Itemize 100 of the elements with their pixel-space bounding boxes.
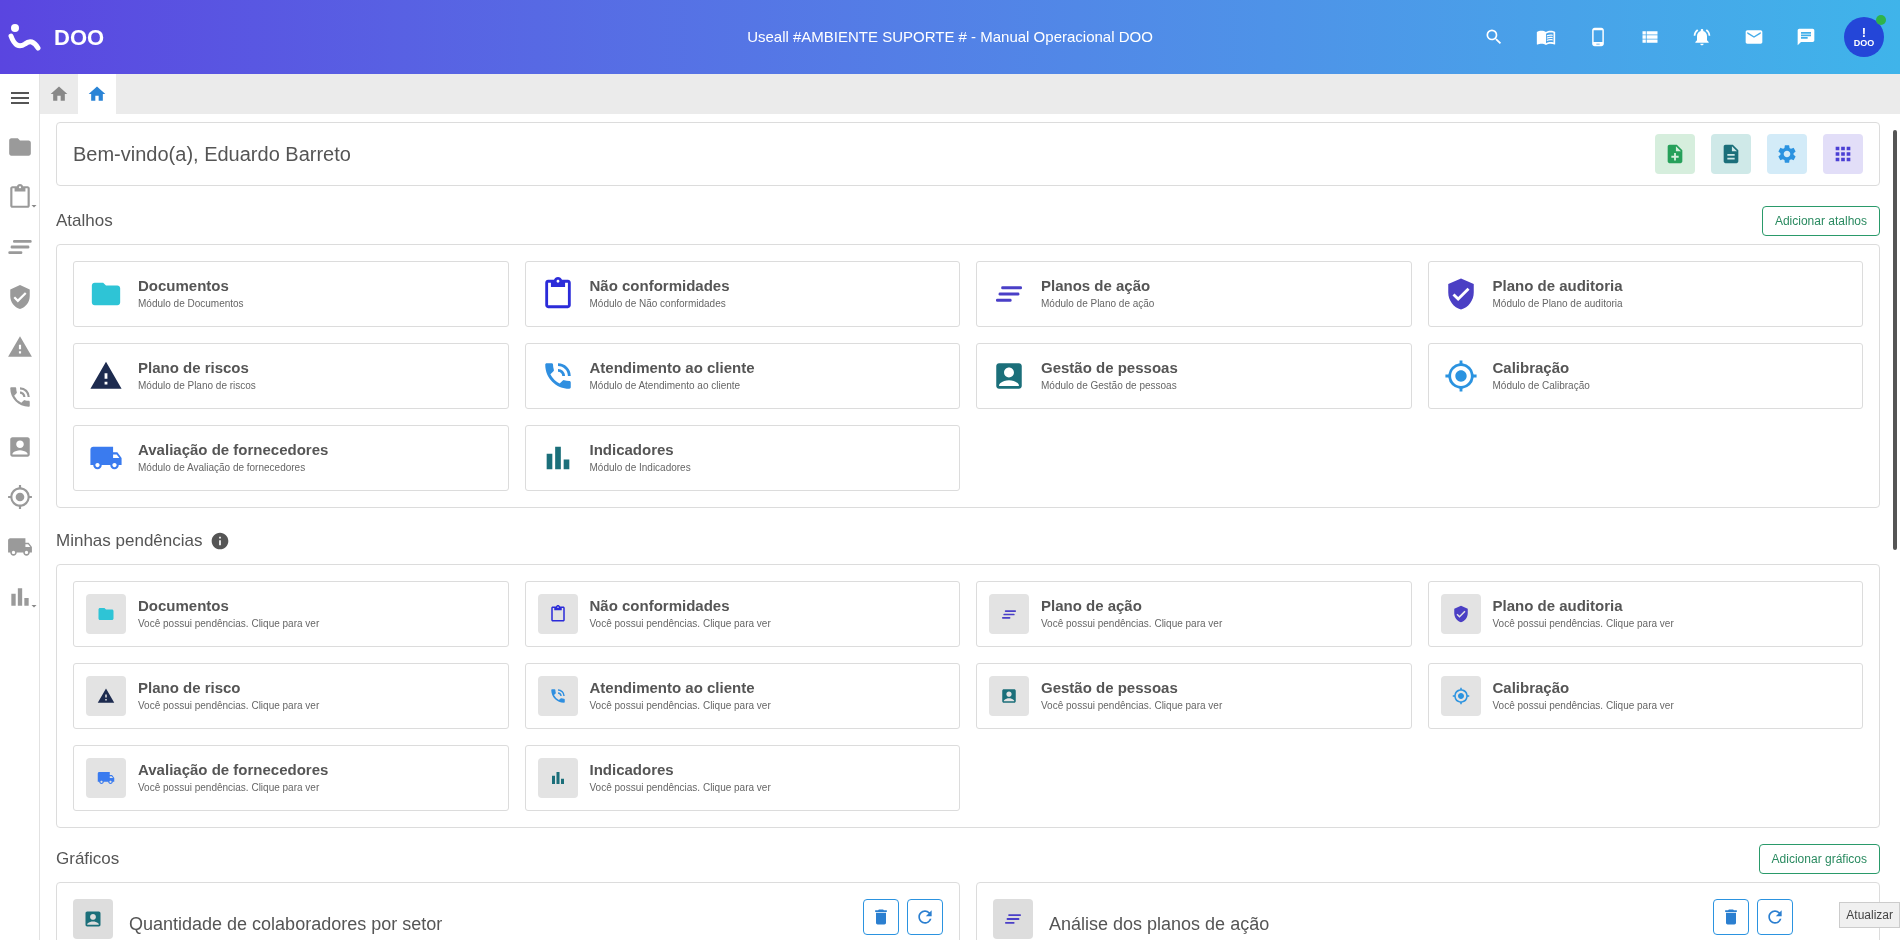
module-card[interactable]: Não conformidades Você possui pendências. Clique para ver	[524, 581, 960, 647]
lines-icon	[7, 240, 32, 254]
card-subtitle: Você possui pendências. Clique para ver	[589, 618, 771, 631]
card-title: Documentos	[138, 277, 230, 297]
card-subtitle: Módulo de Plano de ação	[1041, 298, 1155, 311]
card-title: Planos de ação	[1041, 277, 1152, 297]
logo-icon	[8, 22, 42, 52]
delete-button[interactable]	[863, 899, 899, 935]
module-card[interactable]: Planos de ação Módulo de Plano de ação	[976, 261, 1412, 327]
welcome-text: Bem-vindo(a), Eduardo Barreto	[73, 142, 352, 167]
refresh-icon	[1765, 907, 1785, 927]
truck-icon	[97, 769, 115, 787]
card-title: Plano de auditoria	[1492, 597, 1624, 617]
card-title: Gestão de pessoas	[1041, 359, 1178, 379]
card-subtitle: Módulo de Não conformidades	[589, 298, 727, 311]
card-subtitle: Você possui pendências. Clique para ver	[589, 782, 771, 795]
home-tab[interactable]	[78, 74, 116, 114]
card-title: Indicadores	[589, 761, 675, 781]
avatar-text: DOO	[1853, 39, 1875, 48]
section-title: Gráficos	[56, 848, 120, 871]
module-card[interactable]: Documentos Módulo de Documentos	[73, 261, 509, 327]
avatar[interactable]: ! DOO	[1844, 17, 1884, 57]
module-card[interactable]: Avaliação de fornecedores Módulo de Avaliação de fornecedores	[73, 425, 509, 491]
add-charts-button[interactable]: Adicionar gráficos	[1758, 844, 1880, 874]
card-title: Atendimento ao cliente	[589, 679, 756, 699]
card-subtitle: Você possui pendências. Clique para ver	[1041, 618, 1223, 631]
window-title: Useall #AMBIENTE SUPORTE # - Manual Operacional DOO	[747, 26, 1153, 47]
card-title: Gestão de pessoas	[1041, 679, 1179, 699]
module-card[interactable]: Calibração Você possui pendências. Clique para ver	[1427, 663, 1863, 729]
section-title: Minhas pendências	[56, 530, 203, 553]
module-card[interactable]: Indicadores Você possui pendências. Clique para ver	[524, 745, 960, 811]
chat-icon	[1796, 27, 1816, 47]
module-card[interactable]: Não conformidades Módulo de Não conformidades	[524, 261, 960, 327]
card-title: Plano de riscos	[138, 359, 250, 379]
card-title: Plano de auditoria	[1492, 277, 1623, 297]
card-subtitle: Módulo de Calibração	[1492, 380, 1590, 393]
module-card[interactable]: Plano de riscos Módulo de Plano de riscos	[73, 343, 509, 409]
settings-icon	[1776, 143, 1798, 165]
card-subtitle: Módulo de Atendimento ao cliente	[589, 380, 742, 393]
tooltip: Atualizar	[1839, 902, 1900, 928]
bell-icon	[1692, 27, 1712, 47]
module-card[interactable]: Gestão de pessoas Você possui pendências. Clique para ver	[976, 663, 1412, 729]
logo-text: DOO	[54, 23, 105, 52]
new-document-button[interactable]	[1655, 134, 1695, 174]
card-title: Indicadores	[589, 441, 675, 461]
search-icon	[1484, 27, 1504, 47]
section-title: Atalhos	[56, 210, 113, 233]
card-title: Calibração	[1492, 679, 1571, 699]
module-card[interactable]: Avaliação de fornecedores Você possui pendências. Clique para ver	[73, 745, 509, 811]
lines-icon	[996, 286, 1022, 302]
home-icon	[49, 84, 69, 104]
chart-title: Quantidade de colaboradores por setor	[129, 913, 444, 936]
target-icon	[1451, 687, 1470, 705]
module-card[interactable]: Plano de auditoria Módulo de Plano de auditoria	[1427, 261, 1863, 327]
person-card-icon	[83, 909, 103, 929]
person-card-icon	[1000, 687, 1018, 705]
card-subtitle: Você possui pendências. Clique para ver	[1492, 700, 1674, 713]
card-title: Não conformidades	[589, 597, 731, 617]
module-card[interactable]: Gestão de pessoas Módulo de Gestão de pessoas	[976, 343, 1412, 409]
settings-button[interactable]	[1767, 134, 1807, 174]
module-card[interactable]: Atendimento ao cliente Você possui pendências. Clique para ver	[524, 663, 960, 729]
module-card[interactable]: Atendimento ao cliente Módulo de Atendimento ao cliente	[524, 343, 960, 409]
card-title: Não conformidades	[589, 277, 730, 297]
avatar-mark: !	[1861, 26, 1867, 39]
module-card[interactable]: Documentos Você possui pendências. Clique para ver	[73, 581, 509, 647]
refresh-button[interactable]	[1757, 899, 1793, 935]
module-card[interactable]: Calibração Módulo de Calibração	[1427, 343, 1863, 409]
chart-title: Análise dos planos de ação	[1049, 913, 1271, 936]
card-subtitle: Você possui pendências. Clique para ver	[138, 700, 320, 713]
card-title: Documentos	[138, 597, 230, 617]
phone-icon	[548, 687, 567, 705]
module-card[interactable]: Plano de ação Você possui pendências. Clique para ver	[976, 581, 1412, 647]
home-icon	[87, 84, 107, 104]
card-title: Atendimento ao cliente	[589, 359, 755, 379]
module-card[interactable]: Plano de risco Você possui pendências. Clique para ver	[73, 663, 509, 729]
card-subtitle: Você possui pendências. Clique para ver	[1492, 618, 1674, 631]
document-button[interactable]	[1711, 134, 1751, 174]
card-subtitle: Módulo de Avaliação de fornecedores	[138, 462, 307, 475]
module-card[interactable]: Indicadores Módulo de Indicadores	[524, 425, 960, 491]
card-subtitle: Você possui pendências. Clique para ver	[138, 618, 320, 631]
lines-icon	[1005, 914, 1021, 924]
warning-icon	[97, 687, 115, 705]
module-card[interactable]: Plano de auditoria Você possui pendências. Clique para ver	[1427, 581, 1863, 647]
clipboard-icon	[548, 605, 567, 623]
folder-icon	[97, 605, 115, 623]
card-title: Plano de risco	[138, 679, 242, 699]
add-shortcuts-button[interactable]: Adicionar atalhos	[1761, 206, 1880, 236]
delete-button[interactable]	[1713, 899, 1749, 935]
card-subtitle: Módulo de Documentos	[138, 298, 244, 311]
card-title: Avaliação de fornecedores	[138, 441, 329, 461]
card-title: Plano de ação	[1041, 597, 1143, 617]
card-subtitle: Módulo de Plano de riscos	[138, 380, 256, 393]
card-title: Calibração	[1492, 359, 1571, 379]
card-subtitle: Você possui pendências. Clique para ver	[589, 700, 771, 713]
lines-icon	[1002, 609, 1016, 619]
info-icon[interactable]	[210, 531, 231, 551]
refresh-button[interactable]	[907, 899, 943, 935]
apps-button[interactable]	[1823, 134, 1863, 174]
card-subtitle: Módulo de Gestão de pessoas	[1041, 380, 1178, 393]
card-subtitle: Módulo de Indicadores	[589, 462, 691, 475]
